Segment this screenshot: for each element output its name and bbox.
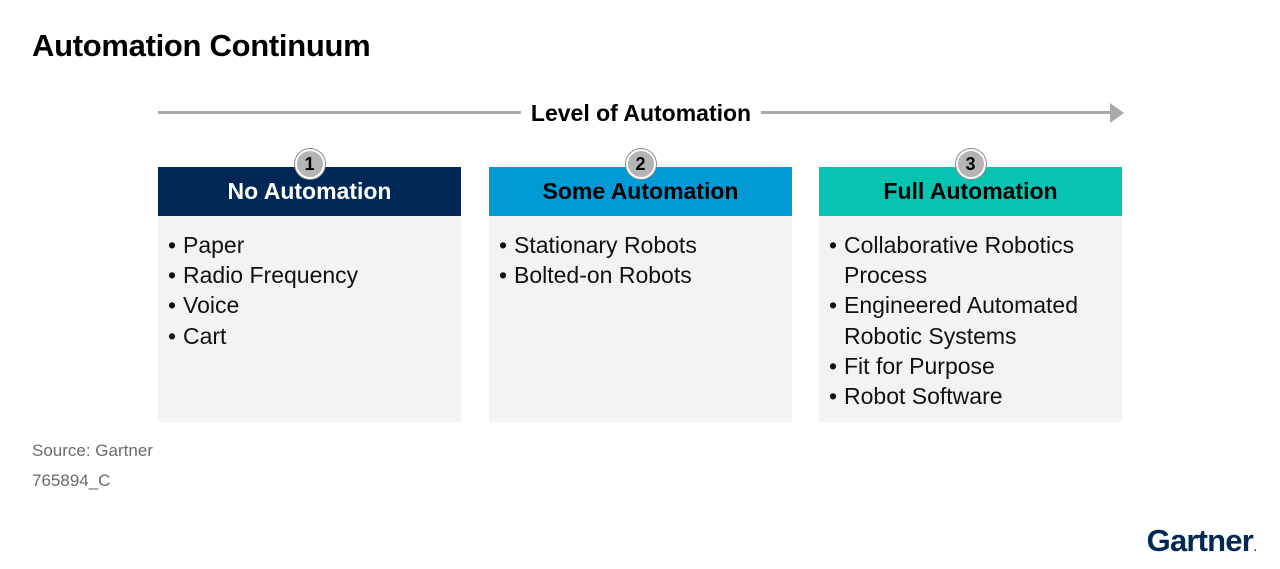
arrow-head-icon <box>1110 103 1124 123</box>
column-body: Paper Radio Frequency Voice Cart <box>158 216 461 422</box>
list-item: Collaborative Robotics Process <box>829 230 1116 290</box>
column-no-automation: 1 No Automation Paper Radio Frequency Vo… <box>158 149 461 422</box>
column-body: Collaborative Robotics Process Engineere… <box>819 216 1122 422</box>
column-full-automation: 3 Full Automation Collaborative Robotics… <box>819 149 1122 422</box>
column-body: Stationary Robots Bolted-on Robots <box>489 216 792 422</box>
logo-text: Gartner <box>1146 523 1254 558</box>
step-number-badge: 2 <box>625 149 656 179</box>
list-item: Robot Software <box>829 381 1116 411</box>
gartner-logo: Gartner. <box>1146 521 1257 569</box>
figure-id: 765894_C <box>32 471 111 490</box>
list-item: Radio Frequency <box>168 260 455 290</box>
list-item: Voice <box>168 290 455 320</box>
step-number-badge: 3 <box>955 149 986 179</box>
registered-mark-icon: . <box>1254 543 1257 554</box>
column-list: Collaborative Robotics Process Engineere… <box>829 230 1116 411</box>
list-item: Stationary Robots <box>499 230 786 260</box>
list-item: Engineered Automated Robotic Systems <box>829 290 1116 350</box>
list-item: Bolted-on Robots <box>499 260 786 290</box>
arrow-label: Level of Automation <box>520 98 762 128</box>
column-list: Stationary Robots Bolted-on Robots <box>499 230 786 291</box>
page-title: Automation Continuum <box>32 28 371 63</box>
level-of-automation-arrow: Level of Automation <box>158 98 1124 128</box>
column-some-automation: 2 Some Automation Stationary Robots Bolt… <box>489 149 792 422</box>
list-item: Cart <box>168 321 455 351</box>
step-number-badge: 1 <box>294 149 325 179</box>
column-list: Paper Radio Frequency Voice Cart <box>168 230 455 351</box>
source-note: Source: Gartner <box>32 441 153 460</box>
list-item: Fit for Purpose <box>829 351 1116 381</box>
list-item: Paper <box>168 230 455 260</box>
